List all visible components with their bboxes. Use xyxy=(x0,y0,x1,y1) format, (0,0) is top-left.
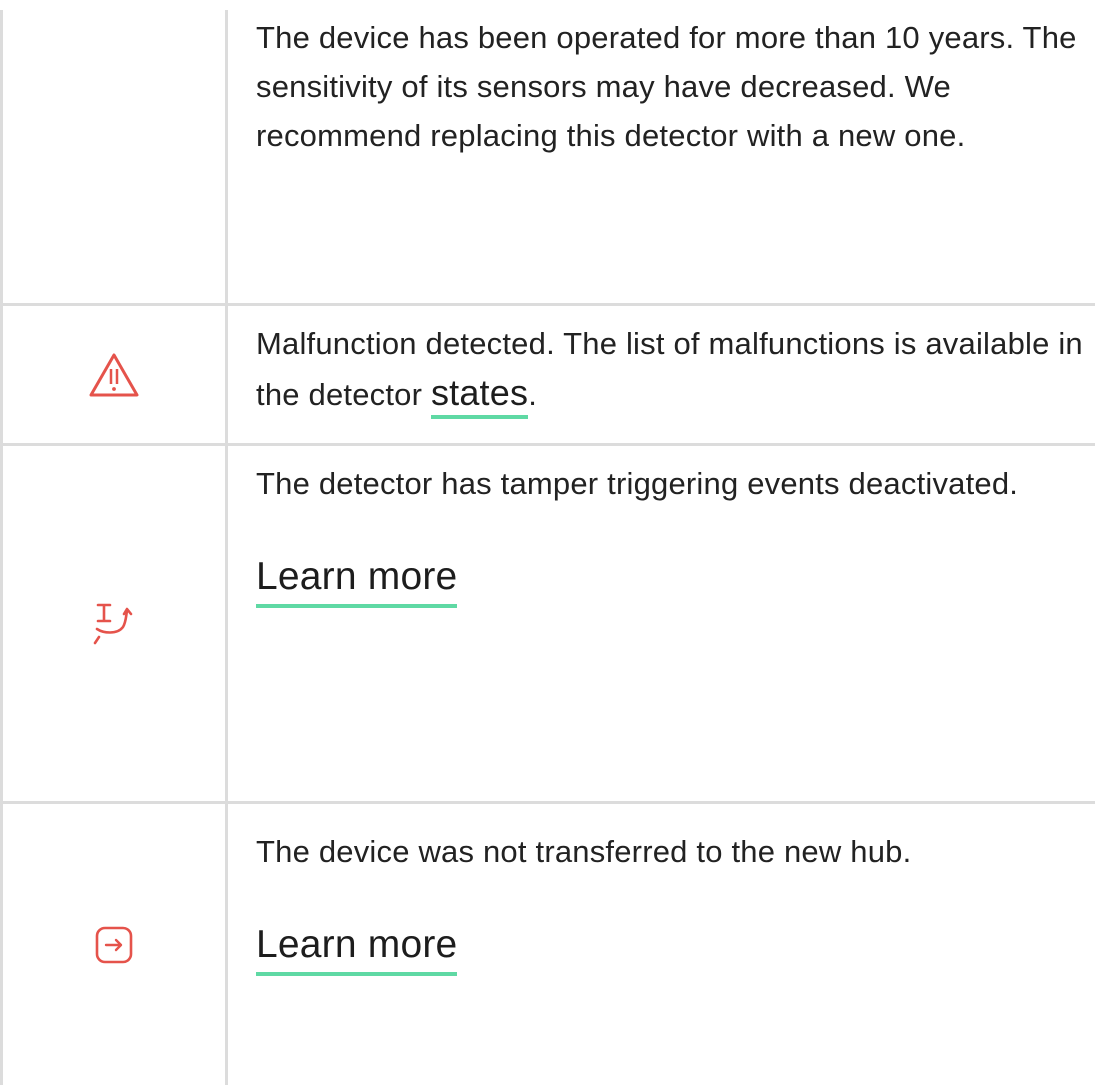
states-link[interactable]: states xyxy=(430,372,529,419)
warning-triangle-icon xyxy=(88,352,140,398)
description-cell: Malfunction detected. The list of malfun… xyxy=(256,319,1086,419)
learn-more-link[interactable]: Learn more xyxy=(256,554,458,608)
learn-more-link[interactable]: Learn more xyxy=(256,922,458,976)
row-description: The device has been operated for more th… xyxy=(256,20,1077,153)
icon-cell xyxy=(3,306,225,443)
icon-cell xyxy=(3,0,225,305)
table-row: The device has been operated for more th… xyxy=(0,0,1095,305)
status-icons-table: The device has been operated for more th… xyxy=(0,0,1095,1085)
transfer-arrow-icon xyxy=(94,925,134,965)
tamper-disabled-icon xyxy=(89,599,139,649)
row-description: The detector has tamper triggering event… xyxy=(256,466,1019,501)
description-cell: The detector has tamper triggering event… xyxy=(256,459,1086,608)
table-row: The device was not transferred to the ne… xyxy=(0,804,1095,1085)
description-cell: The device was not transferred to the ne… xyxy=(256,827,1086,976)
icon-cell xyxy=(3,446,225,801)
table-row: The detector has tamper triggering event… xyxy=(0,446,1095,801)
row-text-before-link: Malfunction detected. The list of malfun… xyxy=(256,326,1083,412)
table-row: Malfunction detected. The list of malfun… xyxy=(0,306,1095,443)
row-description: The device was not transferred to the ne… xyxy=(256,834,912,869)
description-cell: The device has been operated for more th… xyxy=(256,13,1086,160)
icon-cell xyxy=(3,804,225,1085)
row-text-after-link: . xyxy=(528,377,538,412)
row-description: Malfunction detected. The list of malfun… xyxy=(256,319,1086,419)
